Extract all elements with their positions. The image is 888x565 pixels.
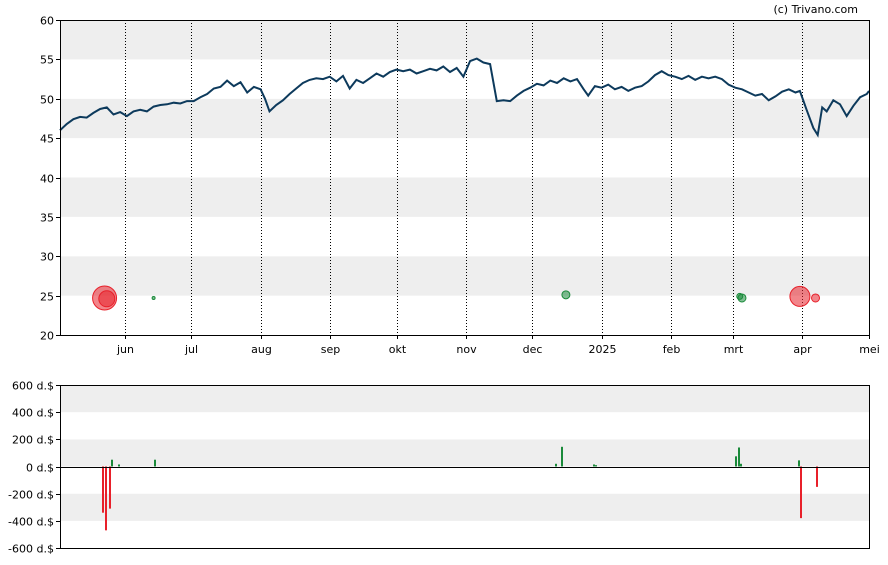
band-25-30 — [60, 256, 869, 296]
marker-3 — [561, 290, 571, 300]
bar-1 — [105, 466, 107, 531]
bottom-panel-bands — [60, 385, 869, 548]
band-45-50 — [60, 98, 869, 139]
bottom-y-tick-label-600: 600 d.$ — [12, 380, 54, 393]
top-panel-x-axis: jun jul aug sep okt nov dec 2025 feb mrt apr mei — [116, 335, 880, 356]
band-40-45 — [60, 138, 869, 178]
y-tick-label-35: 35 — [40, 212, 54, 225]
bottom-y-tick-label-200: 200 d.$ — [12, 434, 54, 447]
bottom-band-0-200 — [60, 439, 869, 467]
y-tick-label-50: 50 — [40, 94, 54, 107]
bottom-y-tick-label--400: -400 d.$ — [8, 516, 54, 529]
band-30-35 — [60, 216, 869, 257]
bar-11 — [738, 447, 740, 467]
y-tick-label-60: 60 — [40, 15, 54, 28]
x-tick-label-apr: apr — [793, 343, 812, 356]
bar-6 — [555, 463, 557, 467]
marker-1 — [98, 290, 116, 308]
y-tick-label-45: 45 — [40, 133, 54, 146]
marker-7 — [811, 293, 821, 303]
x-tick-label-2025: 2025 — [589, 343, 617, 356]
x-tick-label-feb: feb — [663, 343, 681, 356]
bottom-band--400--200 — [60, 493, 869, 521]
bar-4 — [118, 464, 120, 467]
bottom-panel-y-axis: 600 d.$ 400 d.$ 200 d.$ 0 d.$ -200 d.$ -400 d… — [8, 380, 60, 556]
bar-12 — [740, 463, 742, 467]
bottom-y-tick-label--200: -200 d.$ — [8, 489, 54, 502]
y-tick-label-25: 25 — [40, 291, 54, 304]
bar-0 — [102, 466, 104, 513]
y-tick-label-55: 55 — [40, 54, 54, 67]
x-tick-label-dec: dec — [523, 343, 543, 356]
y-tick-label-20: 20 — [40, 330, 54, 343]
bottom-y-tick-label--600: -600 d.$ — [8, 543, 54, 556]
top-panel-y-axis: 20 25 30 35 40 45 50 55 60 — [40, 15, 60, 343]
band-20-25 — [60, 295, 869, 335]
bar-13 — [798, 460, 800, 467]
bottom-band--600--400 — [60, 520, 869, 548]
band-55-60 — [60, 20, 869, 60]
bar-3 — [111, 459, 113, 467]
x-tick-label-jul: jul — [184, 343, 198, 356]
bar-14 — [800, 466, 802, 519]
x-tick-label-mrt: mrt — [724, 343, 744, 356]
bottom-band-400-600 — [60, 385, 869, 413]
x-tick-label-nov: nov — [456, 343, 477, 356]
bar-9 — [595, 465, 597, 467]
y-tick-label-40: 40 — [40, 173, 54, 186]
x-tick-label-aug: aug — [251, 343, 272, 356]
marker-5 — [737, 293, 747, 303]
bar-7 — [561, 446, 563, 467]
band-35-40 — [60, 177, 869, 217]
bar-15 — [816, 466, 818, 487]
bar-8 — [593, 464, 595, 467]
x-tick-label-sep: sep — [321, 343, 340, 356]
bottom-y-tick-label-0: 0 d.$ — [26, 462, 54, 475]
chart-canvas: 202530354045505560 jun jul aug sep okt nov dec… — [8, 3, 880, 556]
bottom-band-200-400 — [60, 412, 869, 440]
x-tick-label-okt: okt — [389, 343, 407, 356]
marker-2 — [151, 295, 156, 300]
bottom-y-tick-label-400: 400 d.$ — [12, 407, 54, 420]
y-tick-label-30: 30 — [40, 251, 54, 264]
marker-6 — [789, 285, 811, 307]
bar-5 — [154, 459, 156, 467]
bottom-band--200-0 — [60, 466, 869, 494]
x-tick-label-jun: jun — [116, 343, 134, 356]
bar-10 — [735, 456, 737, 467]
top-panel-bands — [60, 20, 869, 335]
x-tick-label-mei: mei — [859, 343, 880, 356]
copyright-label: (c) Trivano.com — [773, 3, 858, 16]
bar-2 — [109, 466, 111, 509]
